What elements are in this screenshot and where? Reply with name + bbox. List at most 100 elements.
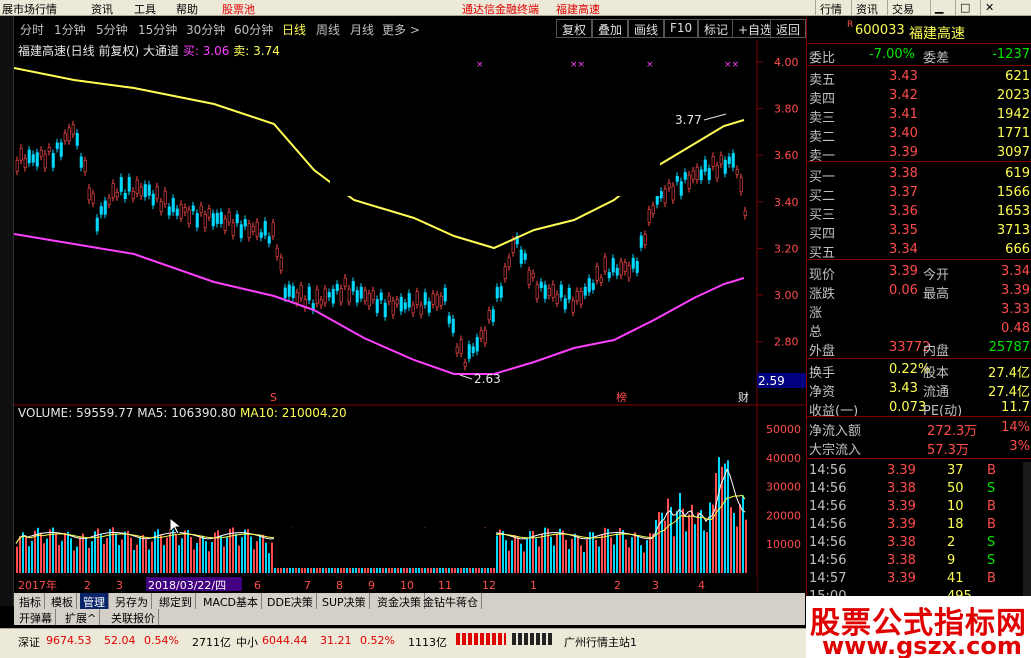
extension-tab[interactable]: 开弹幕 (16, 609, 56, 625)
indicator-tab[interactable]: 资金决策 (374, 593, 425, 609)
tick-time: 14:56 (809, 517, 847, 532)
candle-body (291, 286, 295, 299)
tick-time: 14:56 (809, 499, 847, 514)
fund-label: 净资 (809, 385, 836, 400)
quote-button[interactable]: 行情 (815, 0, 846, 16)
back-button[interactable]: 返回 (770, 19, 807, 38)
extension-tab[interactable]: 扩展^ (62, 609, 101, 625)
stat-label: 内盘 (923, 344, 950, 359)
volume-bar (115, 533, 117, 573)
indicator-tab[interactable]: 管理 (80, 593, 109, 609)
candle-body (187, 209, 191, 225)
volume-bar (526, 538, 528, 573)
indicator-tab[interactable]: 指标 (16, 593, 45, 609)
stat-row: 现价 3.39 今开 3.34 (807, 263, 1031, 283)
candle-body (307, 286, 311, 301)
news-button[interactable]: 资讯 (851, 0, 882, 16)
bid-price: 3.34 (889, 242, 918, 257)
tick-scrollbar[interactable] (1023, 462, 1031, 602)
volume-bar (238, 545, 240, 573)
period-tab[interactable]: 5分钟 (96, 21, 128, 38)
volume-bar (592, 532, 594, 573)
overlay-button[interactable]: 叠加 (592, 19, 629, 38)
period-tab[interactable]: 月线 (350, 21, 374, 38)
volume-bar (124, 531, 126, 573)
volume-bar (235, 533, 237, 573)
flow-row: 净流入额 272.3万 14% (807, 419, 1031, 439)
mark-button[interactable]: 标记 (698, 19, 735, 38)
candle-body (195, 213, 199, 228)
volume-bar (196, 542, 198, 573)
volume-bar (628, 547, 630, 573)
menu-tools[interactable]: 工具 (134, 1, 156, 17)
volume-bar (565, 539, 567, 573)
volume-bar (682, 508, 684, 573)
indicator-tab[interactable]: SUP决策 (319, 593, 370, 609)
indicator-tab[interactable]: 另存为 (112, 593, 152, 609)
server-label[interactable]: 广州行情主站1 (564, 634, 637, 650)
indicator-tab[interactable]: 绑定到 (156, 593, 196, 609)
candle-body (623, 262, 627, 272)
candle-body (359, 286, 363, 299)
period-more[interactable]: 更多 > (382, 21, 420, 38)
candle-body (491, 309, 495, 322)
candle-body (35, 152, 39, 167)
fuquan-button[interactable]: 复权 (556, 19, 593, 38)
volume-bar (253, 549, 255, 573)
period-tab[interactable]: 分时 (20, 21, 44, 38)
menu-stock-pool[interactable]: 股票池 (222, 1, 255, 17)
date-label: 9 (368, 579, 375, 592)
volume-bar (145, 539, 147, 573)
period-tab[interactable]: 60分钟 (234, 21, 273, 38)
trade-button[interactable]: 交易 (887, 0, 918, 16)
marker: ×× (724, 60, 739, 70)
tick-direction: B (987, 499, 996, 514)
candle-body (259, 232, 263, 238)
maximize-icon[interactable]: □ (955, 0, 977, 15)
indicator-tab[interactable]: 金钻牛蒋仓 (420, 593, 482, 609)
bid-volume: 1653 (996, 204, 1030, 219)
f10-button[interactable]: F10 (664, 19, 699, 38)
candle-body (639, 235, 643, 248)
menu-help[interactable]: 帮助 (176, 1, 198, 17)
volume-bar (214, 532, 216, 573)
candle-body (231, 222, 235, 236)
period-tab[interactable]: 1分钟 (54, 21, 86, 38)
candle-body (547, 287, 551, 296)
indicator-tab[interactable]: MACD基本 (200, 593, 262, 609)
draw-button[interactable]: 画线 (628, 19, 665, 38)
date-label: 3 (652, 579, 659, 592)
candle-body (591, 283, 595, 290)
tick-row: 14:56 3.39 37 B (807, 462, 1031, 480)
volume-bar (244, 529, 246, 573)
index-value: 6044.44 (262, 634, 308, 647)
volume-bar (250, 536, 252, 573)
candle-body (739, 177, 743, 193)
candle-body (327, 292, 331, 298)
indicator-tab[interactable]: DDE决策 (264, 593, 317, 609)
menu-market[interactable]: 展市场行情 (2, 1, 57, 17)
menu-news[interactable]: 资讯 (91, 1, 113, 17)
indicator-tab[interactable]: 模板 (48, 593, 77, 609)
flow-row: 大宗流入 57.3万 3% (807, 438, 1031, 458)
tick-price: 3.39 (887, 499, 916, 514)
volume-bar (553, 545, 555, 573)
volume-bar (190, 537, 192, 573)
candle-body (391, 300, 395, 316)
period-tab[interactable]: 周线 (316, 21, 340, 38)
volume-bar (574, 533, 576, 573)
volume-bar (733, 513, 735, 573)
period-tab[interactable]: 30分钟 (186, 21, 225, 38)
close-icon[interactable]: ✕ (980, 0, 1002, 15)
volume-tick-label: 20000 (766, 509, 801, 522)
candle-body (631, 257, 635, 269)
volume-bar (31, 540, 33, 573)
kline-chart[interactable]: 4.00 3.80 3.60 3.40 3.20 3.00 2.80 50000 40000 3… (14, 40, 806, 592)
extension-tab[interactable]: 关联报价 (108, 609, 159, 625)
period-tab-active[interactable]: 日线 (282, 21, 306, 38)
period-tab[interactable]: 15分钟 (138, 21, 177, 38)
minimize-icon[interactable]: ▁ (930, 0, 952, 15)
bid-price: 3.36 (889, 204, 918, 219)
tick-time: 14:56 (809, 553, 847, 568)
index-pct: 0.54% (144, 634, 179, 647)
